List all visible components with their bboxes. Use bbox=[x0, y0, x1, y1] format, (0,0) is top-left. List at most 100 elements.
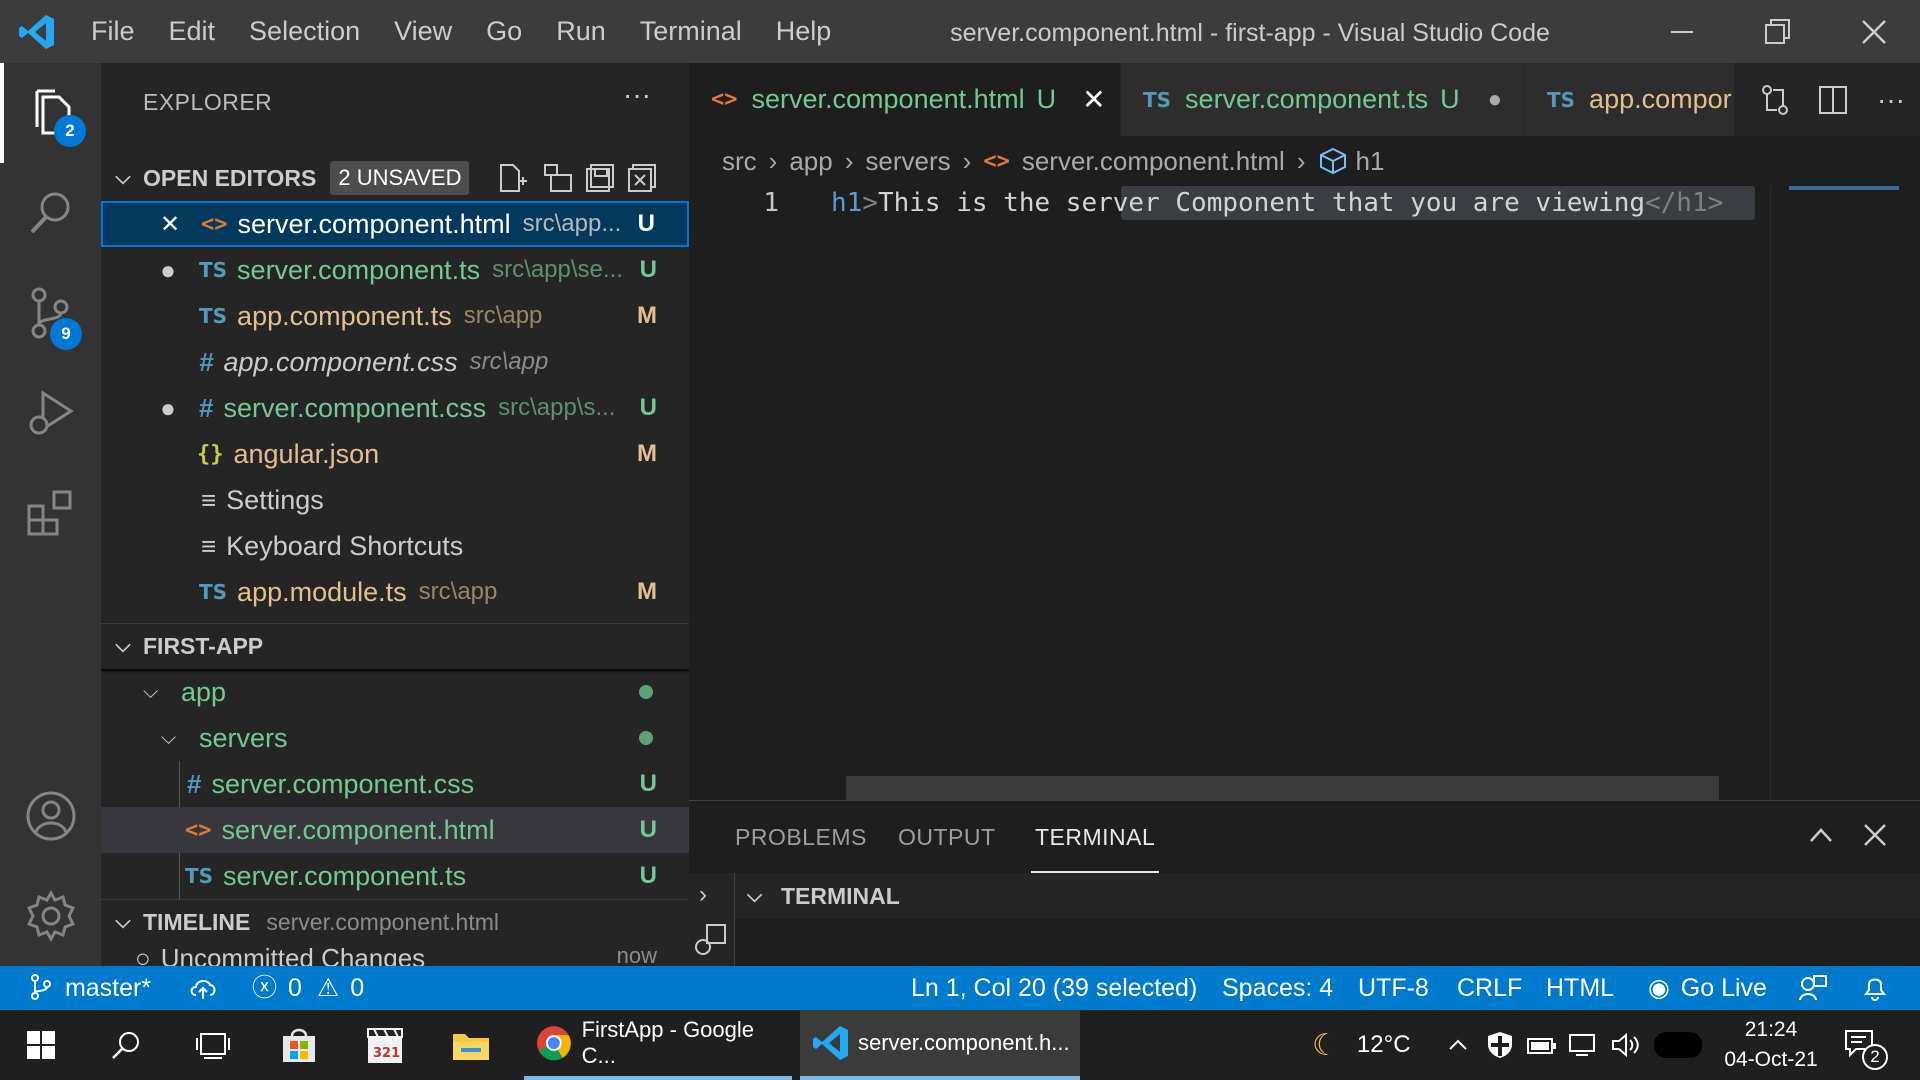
explorer-activity[interactable]: 2 bbox=[0, 63, 101, 163]
breadcrumb-item[interactable]: server.component.html bbox=[1022, 146, 1285, 177]
timeline-item[interactable]: ○ Uncommitted Changes now bbox=[101, 943, 689, 966]
close-editor-icon[interactable]: ✕ bbox=[155, 210, 185, 239]
store-button[interactable] bbox=[256, 1010, 342, 1080]
task-view-button[interactable] bbox=[170, 1010, 256, 1080]
close-tab-icon[interactable]: ✕ bbox=[1082, 83, 1105, 116]
compare-changes-icon[interactable] bbox=[1746, 84, 1804, 116]
open-editor-item[interactable]: {} angular.json M bbox=[101, 431, 689, 477]
tree-file[interactable]: # server.component.css U bbox=[101, 761, 689, 807]
code-bracket: > bbox=[862, 188, 878, 218]
minimize-button[interactable] bbox=[1634, 0, 1730, 63]
taskbar-search-button[interactable] bbox=[82, 1010, 170, 1080]
breadcrumb-item[interactable]: servers bbox=[865, 146, 950, 177]
breadcrumb-item[interactable]: h1 bbox=[1356, 146, 1385, 177]
tree-folder-servers[interactable]: ⌵ servers bbox=[101, 715, 689, 761]
terminal-header[interactable]: ⌵ TERMINAL bbox=[735, 873, 1920, 919]
panel-tab-problems[interactable]: PROBLEMS bbox=[735, 801, 867, 873]
extensions-activity[interactable] bbox=[0, 463, 101, 563]
battery-tray-icon[interactable] bbox=[1526, 1010, 1558, 1080]
timeline-header[interactable]: ⌵ TIMELINE server.component.html bbox=[101, 899, 689, 945]
unsaved-dot-icon[interactable]: ● bbox=[153, 393, 183, 424]
project-header[interactable]: ⌵ FIRST-APP bbox=[101, 623, 689, 669]
open-editor-item[interactable]: ● # server.component.css src\app\s... U bbox=[101, 385, 689, 431]
chevron-right-icon[interactable]: › bbox=[699, 881, 707, 909]
maximize-panel-button[interactable] bbox=[1807, 821, 1835, 854]
language-mode[interactable]: HTML bbox=[1546, 966, 1614, 1010]
start-button[interactable] bbox=[0, 1010, 82, 1080]
network-tray-icon[interactable] bbox=[1568, 1010, 1600, 1080]
problems-status[interactable]: ⓧ 0 ⚠ 0 bbox=[252, 966, 364, 1010]
manage-activity[interactable] bbox=[0, 866, 101, 966]
menu-view[interactable]: View bbox=[377, 0, 469, 63]
tab-app-component[interactable]: TS app.compor bbox=[1525, 63, 1735, 136]
explorer-badge: 2 bbox=[54, 115, 86, 147]
accounts-activity[interactable] bbox=[0, 766, 101, 866]
branch-status[interactable]: master* bbox=[30, 966, 151, 1010]
code-editor[interactable]: 1 h1>This is the server Component that y… bbox=[689, 186, 1920, 800]
menu-run[interactable]: Run bbox=[539, 0, 623, 63]
notifications-button[interactable] bbox=[1862, 966, 1888, 1010]
save-all-icon[interactable] bbox=[585, 163, 615, 199]
sync-button[interactable] bbox=[188, 966, 218, 1010]
tree-file[interactable]: TS server.component.ts U bbox=[101, 853, 689, 899]
menu-file[interactable]: File bbox=[74, 0, 152, 63]
open-editor-item[interactable]: TS app.component.ts src\app M bbox=[101, 293, 689, 339]
action-center-button[interactable]: 2 bbox=[1844, 1010, 1888, 1080]
eol-status[interactable]: CRLF bbox=[1457, 966, 1522, 1010]
close-all-editors-icon[interactable] bbox=[627, 163, 657, 199]
new-file-icon[interactable] bbox=[497, 163, 527, 199]
unsaved-dot-icon[interactable]: ● bbox=[153, 255, 183, 286]
menu-go[interactable]: Go bbox=[469, 0, 539, 63]
close-window-button[interactable] bbox=[1826, 0, 1920, 63]
go-live-button[interactable]: ◉ Go Live bbox=[1648, 966, 1767, 1010]
run-debug-activity[interactable] bbox=[0, 363, 101, 463]
more-actions-icon[interactable]: ··· bbox=[623, 79, 651, 111]
open-editor-item[interactable]: ✕ <> server.component.html src\app... U bbox=[101, 201, 689, 247]
more-actions-icon[interactable]: ··· bbox=[1862, 84, 1920, 116]
clock[interactable]: 21:24 04-Oct-21 bbox=[1716, 1010, 1826, 1080]
tab-status: U bbox=[1036, 84, 1057, 114]
menu-help[interactable]: Help bbox=[759, 0, 849, 63]
taskbar-app-chrome[interactable]: FirstApp - Google C... bbox=[524, 1010, 792, 1080]
split-editor-icon[interactable] bbox=[1804, 85, 1862, 115]
menu-selection[interactable]: Selection bbox=[232, 0, 377, 63]
cursor-position[interactable]: Ln 1, Col 20 (39 selected) bbox=[911, 966, 1197, 1010]
close-panel-button[interactable] bbox=[1861, 821, 1889, 854]
debug-console-icon[interactable] bbox=[693, 923, 727, 962]
horizontal-scrollbar[interactable] bbox=[846, 776, 1719, 800]
search-activity[interactable] bbox=[0, 163, 101, 263]
feedback-button[interactable] bbox=[1798, 966, 1828, 1010]
weather-widget[interactable]: ☾ 12°C bbox=[1312, 1010, 1411, 1080]
menu-edit[interactable]: Edit bbox=[152, 0, 233, 63]
code-line[interactable]: h1>This is the server Component that you… bbox=[831, 186, 1723, 220]
unsaved-dot-icon[interactable]: ● bbox=[1488, 86, 1503, 114]
file-explorer-button[interactable] bbox=[428, 1010, 514, 1080]
open-editor-item[interactable]: TS app.module.ts src\app M bbox=[101, 569, 689, 615]
tab-server-component-html[interactable]: <> server.component.html U ✕ bbox=[689, 63, 1121, 136]
tree-file[interactable]: <> server.component.html U bbox=[101, 807, 689, 853]
open-editor-item[interactable]: ≡ Settings bbox=[101, 477, 689, 523]
file-name: Keyboard Shortcuts bbox=[226, 530, 464, 561]
tab-server-component-ts[interactable]: TS server.component.ts U ● bbox=[1121, 63, 1525, 136]
video-editor-button[interactable]: 321 bbox=[342, 1010, 428, 1080]
open-editors-header[interactable]: ⌵ OPEN EDITORS 2 UNSAVED bbox=[101, 155, 689, 201]
security-tray-icon[interactable] bbox=[1486, 1010, 1514, 1080]
encoding-status[interactable]: UTF-8 bbox=[1358, 966, 1429, 1010]
volume-tray-icon[interactable] bbox=[1610, 1010, 1642, 1080]
tree-folder-app[interactable]: ⌵ app bbox=[101, 669, 689, 715]
restore-button[interactable] bbox=[1730, 0, 1826, 63]
new-folder-icon[interactable] bbox=[543, 163, 573, 199]
panel-tab-terminal[interactable]: TERMINAL bbox=[1031, 801, 1160, 873]
indentation-status[interactable]: Spaces: 4 bbox=[1222, 966, 1333, 1010]
taskbar-app-vscode[interactable]: server.component.h... bbox=[800, 1010, 1080, 1080]
panel-tab-output[interactable]: OUTPUT bbox=[898, 801, 996, 873]
open-editor-item[interactable]: ● TS server.component.ts src\app\se... U bbox=[101, 247, 689, 293]
hidden-icons-button[interactable] bbox=[1446, 1010, 1470, 1080]
breadcrumb-item[interactable]: app bbox=[789, 146, 832, 177]
breadcrumb-item[interactable]: src bbox=[722, 146, 757, 177]
menu-terminal[interactable]: Terminal bbox=[623, 0, 759, 63]
open-editor-item[interactable]: # app.component.css src\app bbox=[101, 339, 689, 385]
minimap[interactable] bbox=[1770, 186, 1920, 800]
open-editor-item[interactable]: ≡ Keyboard Shortcuts bbox=[101, 523, 689, 569]
source-control-activity[interactable]: 9 bbox=[0, 263, 101, 363]
